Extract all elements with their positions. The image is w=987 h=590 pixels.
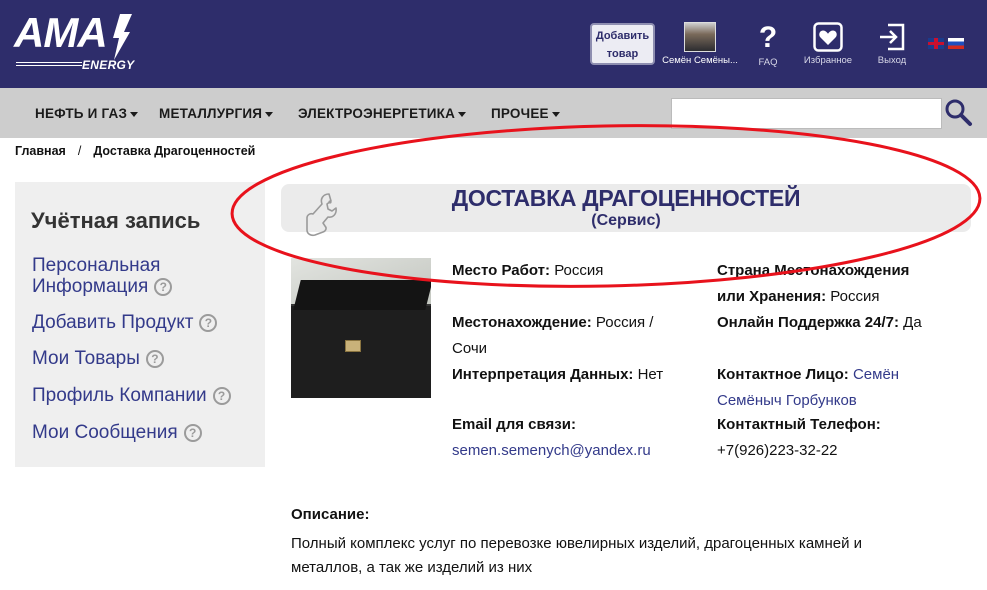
detail-location: Местонахождение: Россия / Сочи bbox=[452, 310, 712, 362]
product-title: ДОСТАВКА ДРАГОЦЕННОСТЕЙ bbox=[451, 185, 801, 211]
logo-text: AMA bbox=[14, 9, 108, 56]
breadcrumb: Главная / Доставка Драгоценностей bbox=[15, 144, 255, 158]
nav-metallurgy-label: МЕТАЛЛУРГИЯ bbox=[159, 106, 263, 121]
sidebar-item-label: Профиль Компании bbox=[32, 385, 207, 406]
detail-label: Интерпретация Данных: bbox=[452, 366, 634, 383]
sidebar-item-messages[interactable]: Мои Сообщения? bbox=[32, 422, 202, 443]
nav-metallurgy[interactable]: МЕТАЛЛУРГИЯ bbox=[159, 106, 274, 121]
detail-support: Онлайн Поддержка 24/7: Да bbox=[717, 310, 977, 336]
detail-email: Email для связи: semen.semenych@yandex.r… bbox=[452, 412, 712, 464]
jewelry-box bbox=[291, 304, 431, 398]
email-link[interactable]: semen.semenych@yandex.ru bbox=[452, 442, 651, 459]
chevron-down-icon bbox=[551, 111, 560, 117]
user-menu[interactable]: Семён Семёны... bbox=[658, 22, 742, 66]
detail-label: или Хранения: bbox=[717, 288, 827, 305]
detail-label: Контактный Телефон: bbox=[717, 416, 881, 433]
help-icon[interactable]: ? bbox=[212, 386, 231, 405]
detail-phone: Контактный Телефон: +7(926)223-32-22 bbox=[717, 412, 977, 464]
sidebar-item-personal-info[interactable]: Персональная Информация? bbox=[32, 255, 232, 297]
top-header: AMA ENERGY Добавить товар Семён Семёны..… bbox=[0, 0, 987, 88]
detail-value: Нет bbox=[637, 366, 664, 383]
avatar bbox=[684, 22, 716, 52]
contact-link[interactable]: Семён bbox=[853, 366, 899, 383]
detail-workplace: Место Работ: Россия bbox=[452, 258, 712, 284]
help-icon[interactable]: ? bbox=[199, 313, 218, 332]
sidebar-item-label: Мои Сообщения bbox=[32, 422, 178, 443]
detail-value: Россия bbox=[830, 288, 880, 305]
search-input[interactable] bbox=[671, 98, 942, 129]
description-line: Полный комплекс услуг по перевозке ювели… bbox=[291, 535, 863, 552]
breadcrumb-separator: / bbox=[77, 144, 82, 158]
logout-link[interactable]: Выход bbox=[872, 22, 912, 66]
faq-link[interactable]: ? FAQ bbox=[752, 21, 784, 69]
description-text: Полный комплекс услуг по перевозке ювели… bbox=[291, 532, 951, 580]
heart-icon bbox=[813, 22, 843, 52]
detail-value: Сочи bbox=[452, 340, 488, 357]
logo-subtext: ENERGY bbox=[82, 58, 135, 72]
detail-label: Место Работ: bbox=[452, 262, 551, 279]
favorites-label: Избранное bbox=[803, 55, 853, 66]
exit-label: Выход bbox=[877, 55, 907, 66]
contact-link[interactable]: Семёныч Горбунков bbox=[717, 392, 857, 409]
nav-power[interactable]: ЭЛЕКТРОЭНЕРГЕТИКА bbox=[298, 106, 467, 121]
faq-label: FAQ bbox=[758, 57, 778, 68]
breadcrumb-current: Доставка Драгоценностей bbox=[93, 144, 256, 158]
product-title-panel: ДОСТАВКА ДРАГОЦЕННОСТЕЙ (Сервис) bbox=[281, 184, 971, 237]
description-line: металлов, а так же изделий из них bbox=[291, 559, 533, 576]
detail-value: +7(926)223-32-22 bbox=[717, 442, 838, 459]
question-icon: ? bbox=[758, 21, 778, 54]
detail-label: Онлайн Поддержка 24/7: bbox=[717, 314, 899, 331]
box-latch bbox=[345, 340, 361, 352]
sidebar-item-label: Персональная Информация bbox=[32, 255, 161, 297]
help-icon[interactable]: ? bbox=[145, 349, 164, 368]
detail-label: Контактное Лицо: bbox=[717, 366, 849, 383]
jewelry-box-lid bbox=[293, 280, 431, 310]
user-name: Семён Семёны... bbox=[662, 55, 738, 66]
account-sidebar: Учётная запись Персональная Информация? … bbox=[15, 182, 265, 467]
ru-flag-icon[interactable] bbox=[948, 38, 964, 49]
favorites-link[interactable]: Избранное bbox=[800, 22, 856, 66]
search-icon[interactable] bbox=[944, 98, 974, 128]
detail-value: Россия / bbox=[595, 314, 654, 331]
sidebar-item-add-product[interactable]: Добавить Продукт? bbox=[32, 312, 218, 333]
exit-icon bbox=[880, 23, 905, 51]
detail-value: Да bbox=[903, 314, 922, 331]
language-switcher bbox=[928, 38, 968, 56]
detail-label: Страна Местонахождения bbox=[717, 262, 910, 279]
detail-country: Страна Местонахождения или Хранения: Рос… bbox=[717, 258, 977, 310]
detail-label: Местонахождение: bbox=[452, 314, 592, 331]
nav-other[interactable]: ПРОЧЕЕ bbox=[491, 106, 560, 121]
sidebar-item-company-profile[interactable]: Профиль Компании? bbox=[32, 385, 231, 406]
help-icon[interactable]: ? bbox=[183, 423, 202, 442]
sidebar-title: Учётная запись bbox=[31, 208, 201, 233]
nav-other-label: ПРОЧЕЕ bbox=[491, 106, 549, 121]
en-flag-icon[interactable] bbox=[928, 38, 944, 49]
logo-stripes bbox=[16, 62, 82, 68]
detail-label: Email для связи: bbox=[452, 416, 576, 433]
nav-oil-gas[interactable]: НЕФТЬ И ГАЗ bbox=[35, 106, 139, 121]
chevron-down-icon bbox=[130, 111, 139, 117]
site-logo[interactable]: AMA ENERGY bbox=[14, 12, 136, 74]
sidebar-item-my-goods[interactable]: Мои Товары? bbox=[32, 348, 164, 369]
help-icon[interactable]: ? bbox=[154, 277, 173, 296]
add-product-button[interactable]: Добавить товар bbox=[590, 23, 655, 65]
detail-value: Россия bbox=[554, 262, 604, 279]
chevron-down-icon bbox=[458, 111, 467, 117]
description-heading: Описание: bbox=[291, 506, 370, 523]
bolt-icon bbox=[113, 14, 132, 60]
sidebar-item-label: Добавить Продукт bbox=[32, 312, 194, 333]
product-image[interactable] bbox=[291, 258, 431, 398]
nav-power-label: ЭЛЕКТРОЭНЕРГЕТИКА bbox=[298, 106, 456, 121]
breadcrumb-home[interactable]: Главная bbox=[15, 144, 66, 158]
sidebar-item-label: Мои Товары bbox=[32, 348, 140, 369]
detail-contact: Контактное Лицо: Семён Семёныч Горбунков bbox=[717, 362, 977, 414]
chevron-down-icon bbox=[265, 111, 274, 117]
product-subtitle: (Сервис) bbox=[591, 212, 661, 229]
nav-oil-gas-label: НЕФТЬ И ГАЗ bbox=[35, 106, 128, 121]
detail-interpretation: Интерпретация Данных: Нет bbox=[452, 362, 712, 388]
